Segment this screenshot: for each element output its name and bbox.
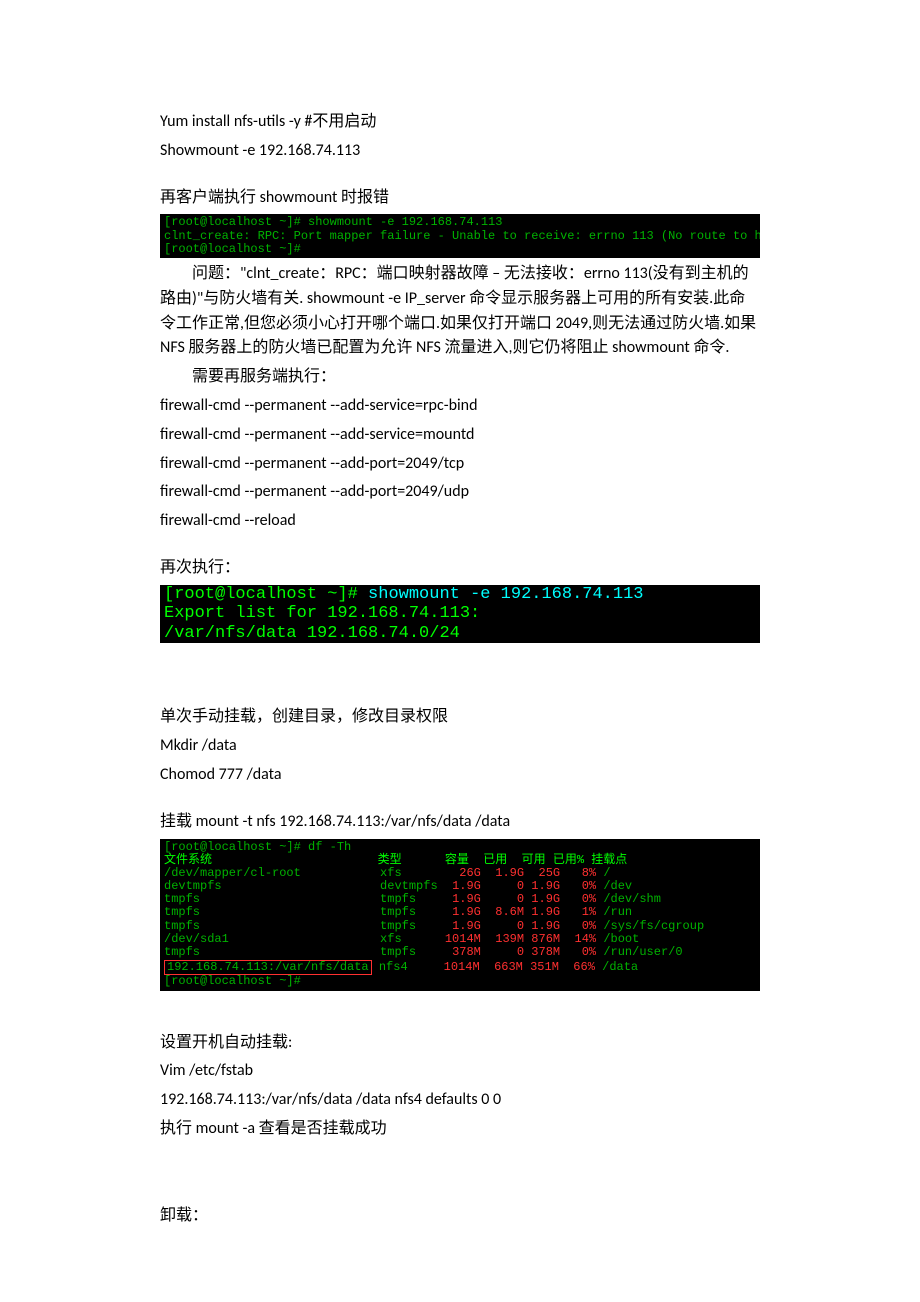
df-row: tmpfs tmpfs 378M 0 378M 0% /run/user/0 xyxy=(164,945,683,959)
text-problem-explanation: 问题："clnt_create：RPC：端口映射器故障 – 无法接收：errno… xyxy=(160,262,760,361)
cmd-firewall-4: firewall-cmd --permanent --add-port=2049… xyxy=(160,480,760,505)
text-fstab-line: 192.168.74.113:/var/nfs/data /data nfs4 … xyxy=(160,1088,760,1113)
text-auto-mount-title: 设置开机自动挂载: xyxy=(160,1031,760,1056)
term2-export-path: /var/nfs/data 192.168.74.0/24 xyxy=(164,624,460,643)
cmd-showmount: Showmount -e 192.168.74.113 xyxy=(160,139,760,164)
df-prompt-end: [root@localhost ~]# xyxy=(164,974,301,988)
df-row: tmpfs tmpfs 1.9G 0 1.9G 0% /sys/fs/cgrou… xyxy=(164,919,704,933)
term-cmd: showmount -e 192.168.74.113 xyxy=(308,215,502,229)
term-error-line: clnt_create: RPC: Port mapper failure - … xyxy=(164,229,760,243)
cmd-firewall-3: firewall-cmd --permanent --add-port=2049… xyxy=(160,452,760,477)
df-row: /dev/mapper/cl-root xfs 26G 1.9G 25G 8% … xyxy=(164,866,611,880)
df-row: tmpfs tmpfs 1.9G 0 1.9G 0% /dev/shm xyxy=(164,892,661,906)
term2-prompt: [root@localhost ~]# xyxy=(164,585,368,604)
cmd-mkdir: Mkdir /data xyxy=(160,734,760,759)
cmd-firewall-2: firewall-cmd --permanent --add-service=m… xyxy=(160,423,760,448)
terminal-df-output: [root@localhost ~]# df -Th 文件系统 类型 容量 已用… xyxy=(160,839,760,991)
df-row: tmpfs tmpfs 1.9G 8.6M 1.9G 1% /run xyxy=(164,905,632,919)
text-mount-cmd: 挂载 mount -t nfs 192.168.74.113:/var/nfs/… xyxy=(160,810,760,835)
cmd-firewall-5: firewall-cmd --reload xyxy=(160,509,760,534)
document-page: Yum install nfs-utils -y #不用启动 Showmount… xyxy=(0,0,920,1273)
df-row: devtmpfs devtmpfs 1.9G 0 1.9G 0% /dev xyxy=(164,879,632,893)
text-need-server-exec: 需要再服务端执行： xyxy=(160,365,760,390)
df-row: /dev/sda1 xfs 1014M 139M 876M 14% /boot xyxy=(164,932,639,946)
cmd-yum-install: Yum install nfs-utils -y #不用启动 xyxy=(160,110,760,135)
terminal-showmount-error: [root@localhost ~]# showmount -e 192.168… xyxy=(160,214,760,258)
terminal-showmount-success: [root@localhost ~]# showmount -e 192.168… xyxy=(160,585,760,644)
term-prompt: [root@localhost ~]# xyxy=(164,215,308,229)
text-client-error: 再客户端执行 showmount 时报错 xyxy=(160,186,760,211)
text-exec-again: 再次执行： xyxy=(160,556,760,581)
term2-cmd: showmount -e 192.168.74.113 xyxy=(368,585,643,604)
cmd-chmod: Chomod 777 /data xyxy=(160,763,760,788)
term2-export-list: Export list for 192.168.74.113: xyxy=(164,604,480,623)
term-prompt-2: [root@localhost ~]# xyxy=(164,242,301,256)
cmd-vim-fstab: Vim /etc/fstab xyxy=(160,1059,760,1084)
cmd-firewall-1: firewall-cmd --permanent --add-service=r… xyxy=(160,394,760,419)
df-header: 文件系统 类型 容量 已用 可用 已用% 挂载点 xyxy=(164,853,627,867)
df-row-highlight: 192.168.74.113:/var/nfs/data nfs4 1014M … xyxy=(164,960,638,974)
text-unmount: 卸载： xyxy=(160,1204,760,1229)
text-mount-a: 执行 mount -a 查看是否挂载成功 xyxy=(160,1117,760,1142)
text-manual-mount: 单次手动挂载，创建目录，修改目录权限 xyxy=(160,705,760,730)
df-prompt: [root@localhost ~]# df -Th xyxy=(164,840,351,854)
